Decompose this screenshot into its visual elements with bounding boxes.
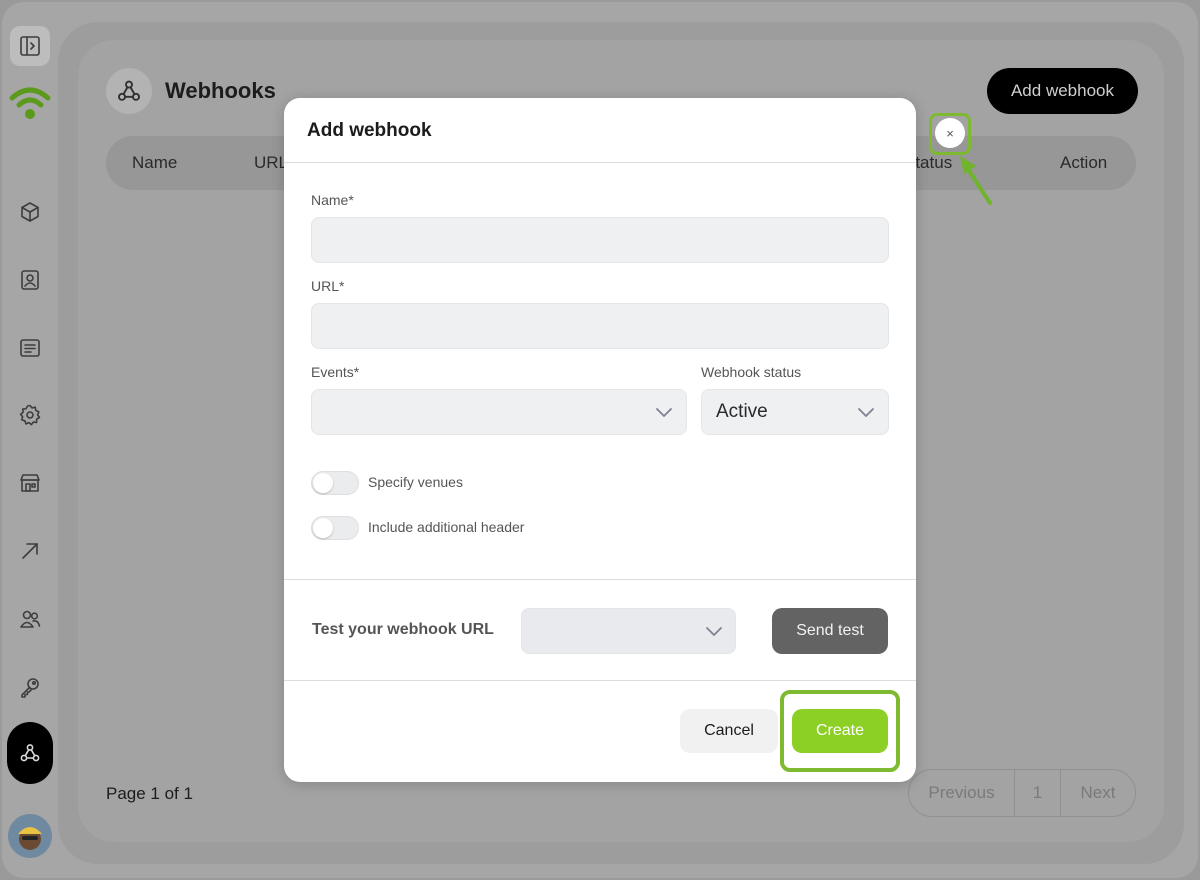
divider bbox=[284, 162, 916, 163]
page-number-button[interactable]: 1 bbox=[1015, 770, 1061, 816]
events-select[interactable] bbox=[311, 389, 687, 435]
divider bbox=[284, 579, 916, 580]
pointer-arrow-icon bbox=[960, 156, 992, 205]
test-webhook-label: Test your webhook URL bbox=[312, 621, 494, 638]
contact-card-icon[interactable] bbox=[10, 260, 50, 300]
cancel-button[interactable]: Cancel bbox=[680, 709, 778, 753]
additional-header-toggle[interactable] bbox=[311, 516, 359, 540]
name-label: Name* bbox=[311, 192, 354, 208]
page-info: Page 1 of 1 bbox=[106, 784, 193, 803]
settings-icon[interactable] bbox=[10, 395, 50, 435]
brand-logo-icon bbox=[8, 84, 52, 124]
send-test-button[interactable]: Send test bbox=[772, 608, 888, 654]
webhook-status-value: Active bbox=[716, 401, 768, 422]
webhook-icon bbox=[106, 68, 152, 114]
list-icon[interactable] bbox=[10, 328, 50, 368]
cube-icon[interactable] bbox=[10, 192, 50, 232]
name-field[interactable] bbox=[311, 217, 889, 263]
test-url-select[interactable] bbox=[521, 608, 736, 654]
panel-toggle-icon[interactable] bbox=[10, 26, 50, 66]
users-icon[interactable] bbox=[10, 599, 50, 639]
specify-venues-toggle[interactable] bbox=[311, 471, 359, 495]
key-icon[interactable] bbox=[10, 667, 50, 707]
webhook-icon[interactable] bbox=[7, 722, 53, 784]
specify-venues-label: Specify venues bbox=[368, 474, 463, 490]
pagination: Previous 1 Next bbox=[908, 769, 1136, 817]
store-icon[interactable] bbox=[10, 463, 50, 503]
url-field[interactable] bbox=[311, 303, 889, 349]
modal-title: Add webhook bbox=[307, 120, 432, 141]
column-header-name: Name bbox=[132, 153, 178, 172]
previous-page-button[interactable]: Previous bbox=[909, 770, 1015, 816]
webhook-status-label: Webhook status bbox=[701, 364, 802, 380]
divider bbox=[284, 680, 916, 681]
next-page-button[interactable]: Next bbox=[1061, 770, 1135, 816]
close-button[interactable]: × bbox=[935, 118, 965, 148]
column-header-action: Action bbox=[1060, 153, 1108, 172]
close-icon: × bbox=[946, 125, 954, 141]
avatar[interactable] bbox=[8, 814, 52, 858]
sidebar bbox=[2, 2, 58, 878]
webhook-status-select[interactable]: Active bbox=[701, 389, 889, 435]
page-title: Webhooks bbox=[165, 78, 276, 103]
url-label: URL* bbox=[311, 278, 345, 294]
create-button[interactable]: Create bbox=[792, 709, 888, 753]
events-label: Events* bbox=[311, 364, 360, 380]
chevron-down-icon bbox=[655, 405, 673, 419]
chevron-down-icon bbox=[857, 405, 875, 419]
add-webhook-modal: Add webhook Name* URL* Events* Webhook s… bbox=[284, 98, 916, 782]
additional-header-label: Include additional header bbox=[368, 519, 525, 535]
column-header-url: URL bbox=[254, 153, 289, 172]
add-webhook-button[interactable]: Add webhook bbox=[986, 68, 1138, 114]
arrow-up-right-icon[interactable] bbox=[10, 531, 50, 571]
chevron-down-icon bbox=[705, 624, 723, 638]
